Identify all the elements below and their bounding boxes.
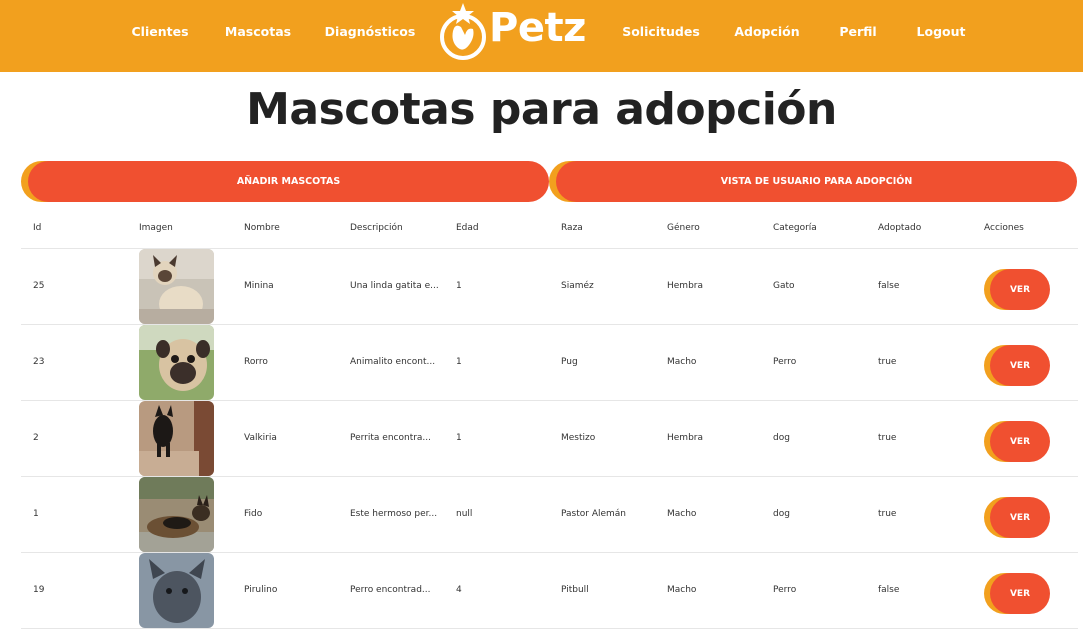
cell-category: Gato (773, 281, 795, 291)
cell-id: 19 (33, 585, 45, 595)
view-pet-button[interactable]: VER (990, 573, 1050, 614)
nav-link-logout[interactable]: Logout (917, 24, 966, 39)
header-image: Imagen (139, 223, 173, 233)
header-adopted: Adoptado (878, 223, 922, 233)
cell-category: Perro (773, 585, 797, 595)
view-pet-button[interactable]: VER (990, 345, 1050, 386)
cell-gender: Hembra (667, 433, 703, 443)
cell-name: Pirulino (244, 585, 278, 595)
cell-gender: Macho (667, 357, 697, 367)
cell-gender: Macho (667, 585, 697, 595)
table-header: Id Imagen Nombre Descripción Edad Raza G… (21, 208, 1078, 249)
cell-adopted: true (878, 357, 897, 367)
pets-table: Id Imagen Nombre Descripción Edad Raza G… (21, 208, 1078, 629)
cell-age: 1 (456, 281, 462, 291)
table-row: 19 Pirulino Perro encontrad... 4 Pitbull… (21, 553, 1078, 629)
cell-adopted: false (878, 585, 900, 595)
cell-category: dog (773, 509, 790, 519)
header-id: Id (33, 223, 42, 233)
header-age: Edad (456, 223, 479, 233)
header-gender: Género (667, 223, 700, 233)
cell-adopted: true (878, 433, 897, 443)
cell-age: 4 (456, 585, 462, 595)
view-pet-button[interactable]: VER (990, 269, 1050, 310)
pet-image-black-dog (139, 401, 214, 476)
header-description: Descripción (350, 223, 403, 233)
nav-link-clientes[interactable]: Clientes (131, 24, 188, 39)
header-category: Categoría (773, 223, 817, 233)
page-title: Mascotas para adopción (246, 84, 837, 135)
cell-description: Este hermoso per... (350, 509, 438, 519)
header-name: Nombre (244, 223, 280, 233)
cell-breed: Mestizo (561, 433, 596, 443)
header-actions: Acciones (984, 223, 1024, 233)
cell-description: Animalito encont... (350, 357, 436, 367)
pet-image-pitbull (139, 553, 214, 628)
cell-name: Valkiria (244, 433, 277, 443)
cell-gender: Hembra (667, 281, 703, 291)
cell-name: Minina (244, 281, 274, 291)
cell-adopted: true (878, 509, 897, 519)
cell-id: 1 (33, 509, 39, 519)
cell-breed: Pastor Alemán (561, 509, 627, 519)
cell-description: Perro encontrad... (350, 585, 431, 595)
cell-category: Perro (773, 357, 797, 367)
cell-description: Una linda gatita e... (350, 281, 439, 291)
cell-breed: Siaméz (561, 281, 594, 291)
cell-gender: Macho (667, 509, 697, 519)
cell-id: 23 (33, 357, 45, 367)
cell-category: dog (773, 433, 790, 443)
cell-adopted: false (878, 281, 900, 291)
table-row: 2 Valkiria Perrita encontra... 1 Mestizo… (21, 401, 1078, 477)
nav-link-diagnosticos[interactable]: Diagnósticos (325, 24, 416, 39)
cell-id: 25 (33, 281, 45, 291)
cell-age: 1 (456, 433, 462, 443)
table-row: 1 Fido Este hermoso per... null Pastor A… (21, 477, 1078, 553)
pet-image-siamese-cat (139, 249, 214, 324)
nav-link-mascotas[interactable]: Mascotas (225, 24, 291, 39)
nav-link-perfil[interactable]: Perfil (839, 24, 876, 39)
pet-logo-icon (440, 3, 486, 60)
cell-id: 2 (33, 433, 39, 443)
view-pet-button[interactable]: VER (990, 497, 1050, 538)
pet-image-pug (139, 325, 214, 400)
cell-age: 1 (456, 357, 462, 367)
table-row: 25 Minina Una linda gatita e... 1 Siaméz… (21, 249, 1078, 325)
header-breed: Raza (561, 223, 583, 233)
cell-name: Fido (244, 509, 263, 519)
nav-link-adopcion[interactable]: Adopción (734, 24, 799, 39)
add-pets-button[interactable]: AÑADIR MASCOTAS (28, 161, 549, 202)
navbar: Clientes Mascotas Diagnósticos Petz Soli… (0, 0, 1083, 72)
nav-link-solicitudes[interactable]: Solicitudes (622, 24, 700, 39)
logo-text: Petz (489, 5, 586, 51)
cell-description: Perrita encontra... (350, 433, 432, 443)
cell-breed: Pitbull (561, 585, 589, 595)
user-adoption-view-button[interactable]: VISTA DE USUARIO PARA ADOPCIÓN (556, 161, 1077, 202)
cell-name: Rorro (244, 357, 268, 367)
pet-image-german-shepherd (139, 477, 214, 552)
petz-logo[interactable]: Petz (439, 1, 599, 63)
view-pet-button[interactable]: VER (990, 421, 1050, 462)
cell-breed: Pug (561, 357, 578, 367)
table-row: 23 Rorro Animalito encont... 1 Pug Macho… (21, 325, 1078, 401)
cell-age: null (456, 509, 473, 519)
